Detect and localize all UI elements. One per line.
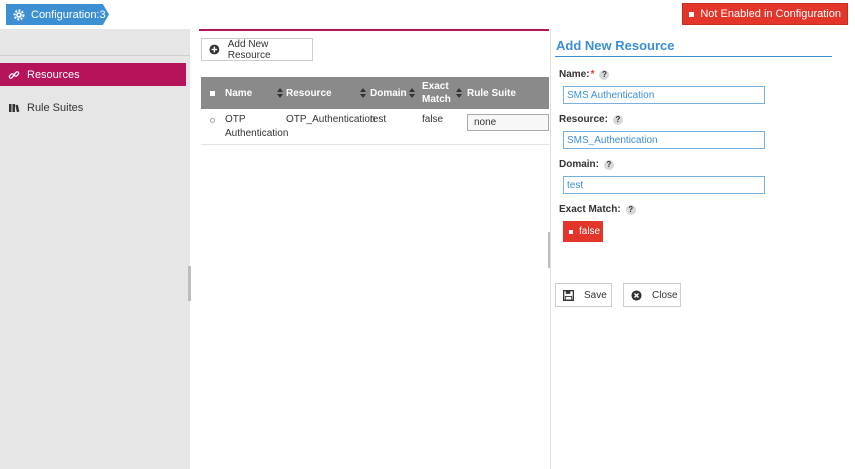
column-header-exact-match[interactable]: Exact Match (422, 77, 462, 109)
cell-name: OTP Authentication (225, 114, 289, 139)
config-status-badge[interactable]: Not Enabled in Configuration (682, 3, 848, 25)
sort-icon (360, 88, 366, 98)
sort-icon (456, 88, 462, 98)
status-square-icon (689, 11, 695, 17)
sidebar-item-label: Resources (27, 68, 80, 81)
table-row[interactable]: OTP Authentication OTP_Authentication te… (201, 109, 549, 145)
resources-table: Name Resource Domain Exact Match Rule Su… (201, 77, 549, 145)
panel-title-underline (555, 56, 832, 57)
sidebar: Resources Rule Suites (0, 29, 191, 469)
exact-match-field-label: Exact Match: ? (559, 204, 636, 215)
floppy-disk-icon (563, 289, 574, 301)
help-icon[interactable]: ? (604, 159, 614, 170)
link-icon (8, 70, 20, 79)
cell-resource: OTP_Authentication (286, 114, 376, 125)
domain-input[interactable] (563, 176, 765, 194)
main-accent-line (199, 29, 549, 31)
cell-exact-match: false (422, 114, 444, 125)
column-header-name[interactable]: Name (225, 77, 283, 109)
add-new-resource-label: Add New Resource (227, 38, 271, 61)
name-input[interactable] (563, 86, 765, 104)
sidebar-item-label: Rule Suites (27, 101, 84, 114)
domain-field-label: Domain: ? (559, 159, 614, 170)
add-new-resource-button[interactable]: Add New Resource (201, 38, 313, 61)
sidebar-item-rule-suites[interactable]: Rule Suites (0, 96, 186, 119)
sort-icon (409, 88, 415, 98)
required-marker: * (590, 69, 595, 80)
rule-suite-select[interactable]: none (467, 114, 549, 131)
resource-input[interactable] (563, 131, 765, 149)
books-icon (9, 103, 20, 112)
select-all-checkbox[interactable] (210, 91, 215, 96)
top-bar: Configuration:3 Not Enabled in Configura… (0, 0, 855, 29)
column-header-domain[interactable]: Domain (370, 77, 415, 109)
close-circle-icon (631, 289, 642, 301)
name-field-label: Name: * ? (559, 69, 610, 80)
gear-icon (13, 9, 25, 20)
add-resource-panel: Add New Resource Name:* ? Resource: ? Do… (550, 29, 855, 469)
cell-domain: test (370, 114, 387, 125)
config-status-label: Not Enabled in Configuration (700, 8, 841, 20)
sidebar-item-resources[interactable]: Resources (0, 63, 186, 86)
configuration-label: Configuration:3 (31, 8, 106, 21)
help-icon[interactable]: ? (599, 69, 610, 80)
configuration-badge[interactable]: Configuration:3 (6, 4, 109, 25)
sort-icon (277, 88, 283, 98)
table-header: Name Resource Domain Exact Match Rule Su… (201, 77, 549, 109)
save-button[interactable]: Save (555, 283, 612, 307)
panel-title: Add New Resource (556, 38, 675, 53)
help-icon[interactable]: ? (612, 114, 623, 125)
exact-match-toggle[interactable]: false (563, 221, 603, 242)
resources-main: Add New Resource Name Resource Domain Ex… (191, 29, 549, 469)
plus-circle-icon (209, 44, 220, 55)
column-header-rule-suite[interactable]: Rule Suite (467, 77, 547, 109)
help-icon[interactable]: ? (625, 204, 636, 215)
row-select-radio[interactable] (210, 118, 215, 123)
close-button[interactable]: Close (623, 283, 681, 307)
sidebar-divider (0, 55, 190, 56)
column-header-resource[interactable]: Resource (286, 77, 366, 109)
resource-field-label: Resource: ? (559, 114, 623, 125)
toggle-square-icon (569, 229, 573, 234)
